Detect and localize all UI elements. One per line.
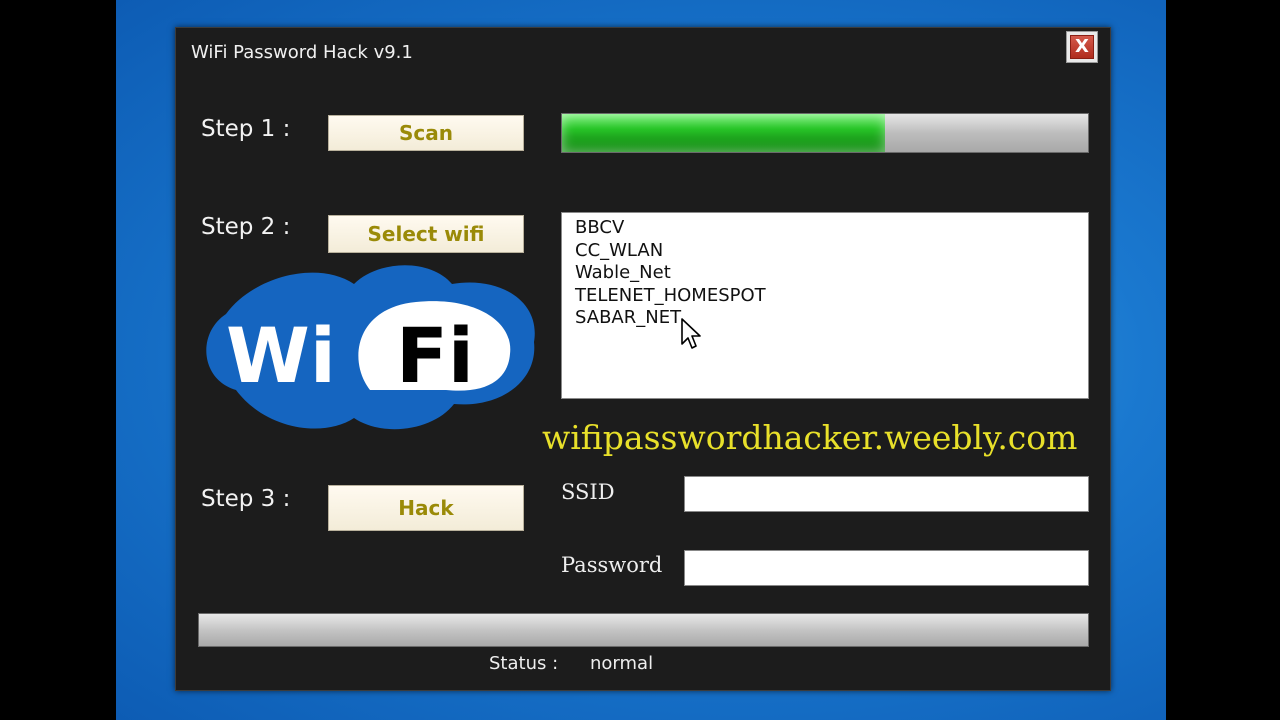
logo-fi-text: Fi [396,311,474,400]
list-item[interactable]: Wable_Net [575,262,1075,285]
list-item[interactable]: CC_WLAN [575,240,1075,263]
select-wifi-button[interactable]: Select wifi [328,215,524,253]
list-item[interactable]: SABAR_NET [575,307,1075,330]
password-input[interactable] [684,550,1089,586]
close-icon: X [1070,35,1094,59]
step-2-label: Step 2 : [201,214,291,240]
scan-button[interactable]: Scan [328,115,524,151]
logo-wi-text: Wi [226,311,336,400]
step-1-label: Step 1 : [201,116,291,142]
hack-button[interactable]: Hack [328,485,524,531]
scan-progress-bar [561,113,1089,153]
ssid-label: SSID [561,480,615,504]
status-value: normal [590,653,654,674]
list-item[interactable]: TELENET_HOMESPOT [575,285,1075,308]
window-title: WiFi Password Hack v9.1 [191,42,413,63]
status-label: Status : [489,653,559,674]
mouse-cursor-icon [681,318,701,349]
wifi-logo: Wi Fi [206,265,535,430]
hack-progress-bar [198,613,1089,647]
scan-progress-fill [562,114,886,152]
wifi-network-list[interactable]: BBCV CC_WLAN Wable_Net TELENET_HOMESPOT … [561,212,1089,399]
step-3-label: Step 3 : [201,486,291,512]
list-item[interactable]: BBCV [575,217,1075,240]
ssid-input[interactable] [684,476,1089,512]
close-button[interactable]: X [1066,31,1098,63]
password-label: Password [561,553,663,577]
app-window: WiFi Password Hack v9.1 X Step 1 : Scan … [175,27,1111,691]
website-url-text: wifipasswordhacker.weebly.com [542,418,1078,457]
